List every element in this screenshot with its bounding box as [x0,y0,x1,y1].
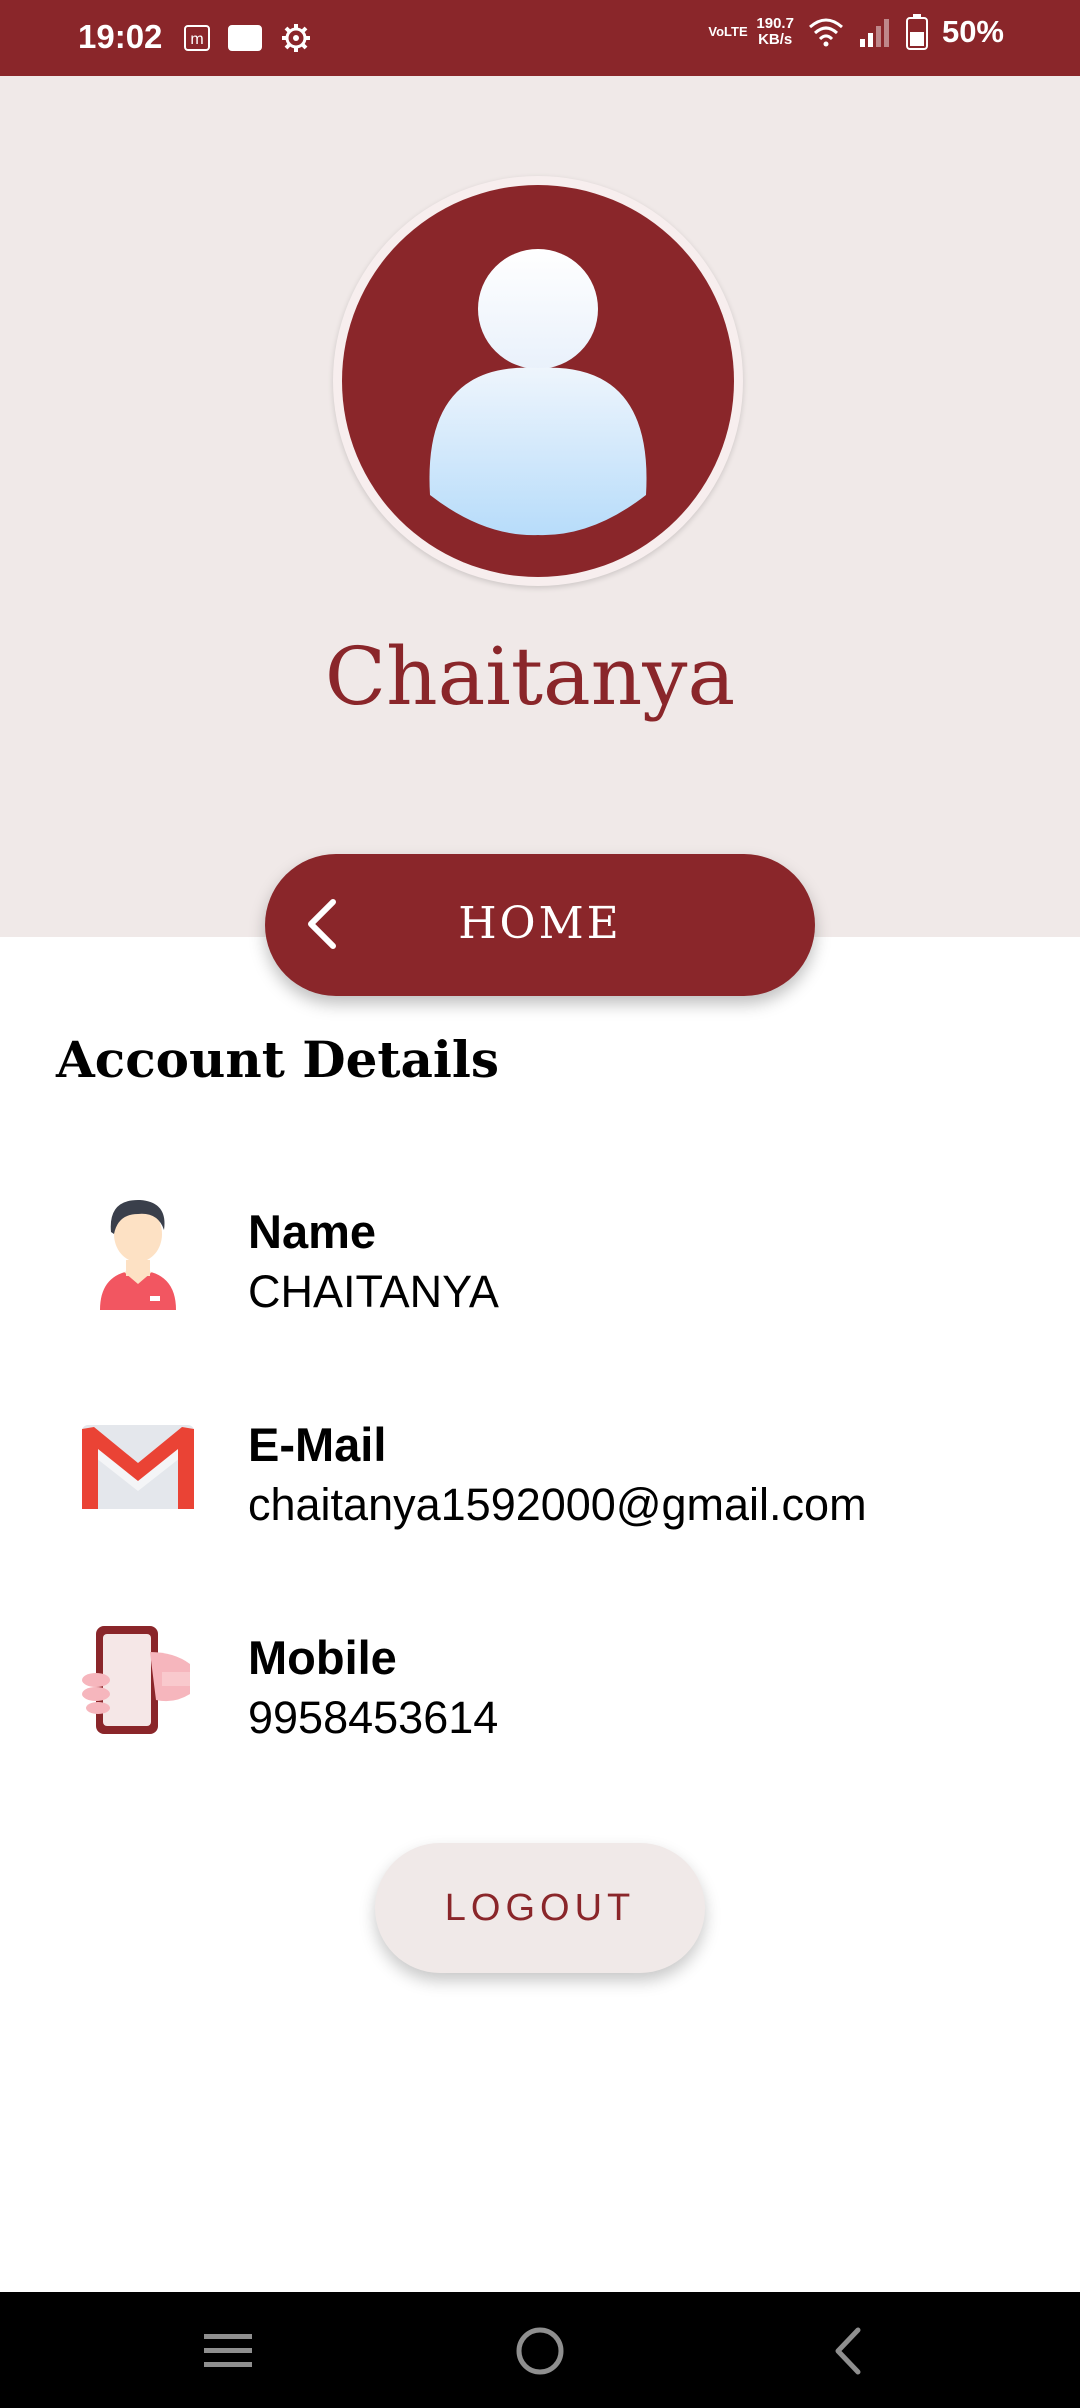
network-speed: 190.7 KB/s [756,15,794,48]
back-icon[interactable] [818,2324,878,2378]
system-nav-bar [0,2292,1080,2408]
person-icon [100,1199,176,1310]
status-time: 19:02 [78,18,163,55]
battery-icon [905,14,928,50]
detail-label: E-Mail [248,1418,387,1471]
menu-icon[interactable] [198,2324,258,2378]
status-right: VoLTE 190.7 KB/s 50% [708,14,1004,50]
signal-icon [859,19,889,47]
detail-email: E-Mail chaitanya1592000@gmail.com [0,1407,1080,1567]
section-title: Account Details [56,1030,500,1089]
profile-name: Chaitanya [324,630,736,723]
detail-mobile: Mobile 9958453614 [0,1620,1080,1780]
user-avatar-icon [429,249,647,536]
battery-percent: 50% [941,14,1004,49]
home-button-label: HOME [458,898,622,949]
detail-label: Name [248,1205,377,1258]
volte-label: VoLTE [708,24,748,39]
home-button[interactable]: HOME [265,854,815,996]
notification-icons: m [184,22,312,54]
avatar[interactable] [342,185,734,577]
wifi-icon [808,18,843,47]
phone-icon [82,1626,190,1734]
status-bar: 19:02 m VoLTE 190.7 KB/s 50% [0,0,1080,76]
zomato-icon [228,25,262,51]
detail-name: Name CHAITANYA [0,1194,1080,1354]
detail-label: Mobile [248,1631,397,1684]
detail-value: CHAITANYA [248,1266,499,1317]
detail-value: 9958453614 [248,1692,499,1743]
detail-value: chaitanya1592000@gmail.com [248,1479,867,1530]
logout-button[interactable]: LOGOUT [375,1843,705,1973]
m-app-icon: m [184,25,210,51]
home-circle-icon[interactable] [510,2324,570,2378]
settings-gear-icon [282,24,310,52]
gmail-icon [82,1425,194,1509]
